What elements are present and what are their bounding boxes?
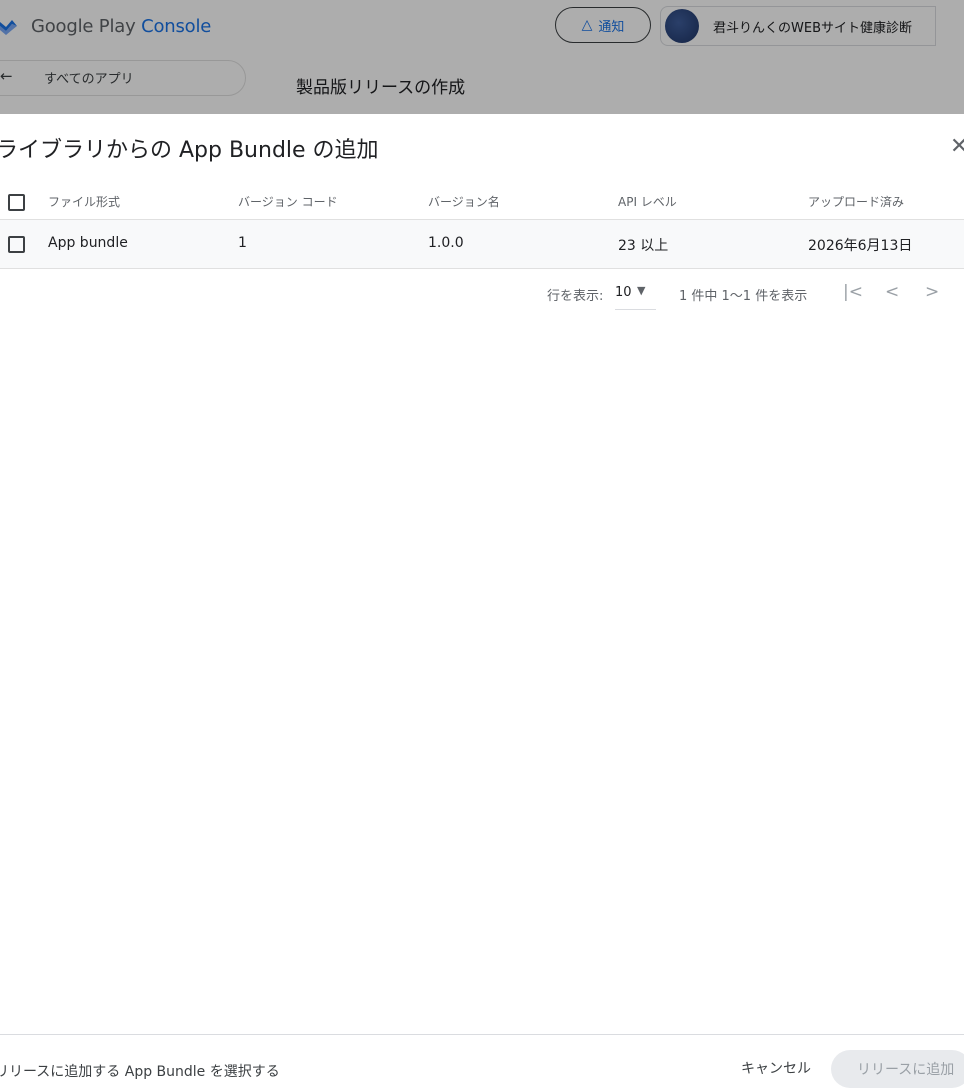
dialog-footer: リリースに追加する App Bundle を選択する キャンセル リリースに追加 xyxy=(0,1034,964,1092)
cancel-button[interactable]: キャンセル xyxy=(728,1050,824,1086)
column-header-uploaded[interactable]: アップロード済み xyxy=(808,193,904,210)
caret-down-icon: ▼ xyxy=(637,284,646,297)
column-header-version-code[interactable]: バージョン コード xyxy=(238,193,338,210)
chevron-left-icon[interactable]: < xyxy=(885,282,899,302)
dialog-title: ライブラリからの App Bundle の追加 xyxy=(0,138,379,163)
row-checkbox[interactable] xyxy=(8,236,25,253)
select-all-checkbox[interactable] xyxy=(8,194,25,211)
column-header-version-name[interactable]: バージョン名 xyxy=(428,193,500,210)
rows-per-page-select[interactable]: 10 ▼ xyxy=(615,280,656,310)
cell-file-type: App bundle xyxy=(48,235,128,251)
table-header: ファイル形式 バージョン コード バージョン名 API レベル アップロード済み xyxy=(0,182,964,220)
first-page-icon[interactable]: |< xyxy=(843,282,863,302)
column-header-api-level[interactable]: API レベル xyxy=(618,193,677,210)
pagination-range: 1 件中 1〜1 件を表示 xyxy=(679,289,808,304)
chevron-right-icon[interactable]: > xyxy=(925,282,939,302)
cell-api-level: 23 以上 xyxy=(618,238,669,254)
pagination: 行を表示: 10 ▼ 1 件中 1〜1 件を表示 |< < > xyxy=(0,268,964,312)
modal-scrim[interactable] xyxy=(0,0,964,114)
app-bundle-table: ファイル形式 バージョン コード バージョン名 API レベル アップロード済み… xyxy=(0,182,964,269)
add-to-release-button[interactable]: リリースに追加 xyxy=(831,1050,964,1088)
close-icon[interactable]: ✕ xyxy=(950,134,964,160)
cell-version-code: 1 xyxy=(238,235,247,251)
rows-per-page-label: 行を表示: xyxy=(547,289,604,304)
table-row[interactable]: App bundle 1 1.0.0 23 以上 2026年6月13日 xyxy=(0,220,964,269)
add-app-bundle-dialog: ライブラリからの App Bundle の追加 ✕ ファイル形式 バージョン コ… xyxy=(0,114,964,1092)
selection-hint: リリースに追加する App Bundle を選択する xyxy=(0,1064,280,1080)
column-header-file-type[interactable]: ファイル形式 xyxy=(48,193,120,210)
rows-per-page-value: 10 xyxy=(615,285,632,300)
cell-uploaded: 2026年6月13日 xyxy=(808,238,913,254)
cell-version-name: 1.0.0 xyxy=(428,235,464,251)
